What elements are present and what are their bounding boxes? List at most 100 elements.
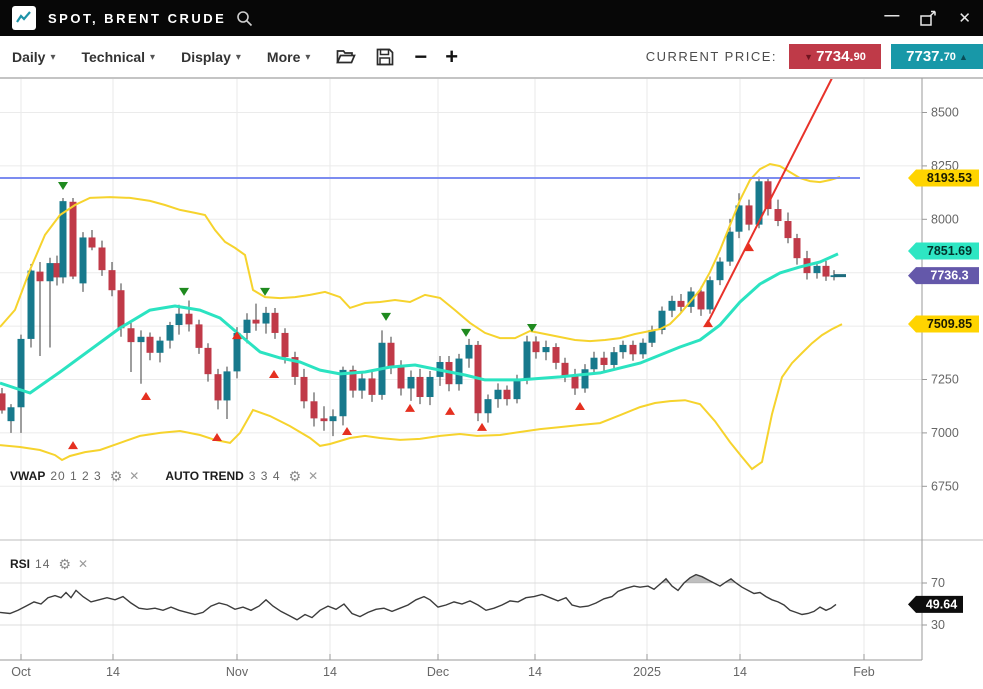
candle (157, 341, 164, 353)
menu-display[interactable]: Display ▾ (181, 49, 241, 65)
candle (253, 320, 260, 324)
overlay-indicator-labels: VWAP 20 1 2 3 ⚙ ✕ AUTO TREND 3 3 4 ⚙ ✕ (10, 469, 344, 483)
sell-signal-triangle (179, 288, 189, 296)
candle (282, 333, 289, 357)
price-axis: 8500825080007250700067507030Oct14Nov14De… (11, 106, 959, 680)
candle (369, 378, 376, 394)
chevron-down-icon: ▾ (305, 52, 310, 63)
close-button[interactable]: ✕ (958, 11, 971, 26)
vwap-indicator-label: VWAP 20 1 2 3 ⚙ ✕ (10, 469, 139, 483)
zoom-out-button[interactable]: − (414, 46, 427, 68)
candle (70, 202, 77, 277)
candle (408, 377, 415, 389)
buy-signal-triangle (703, 319, 713, 327)
candle (640, 343, 647, 355)
candle (359, 378, 366, 390)
close-icon[interactable]: ✕ (78, 558, 88, 570)
candle (553, 347, 560, 363)
rsi-line (0, 575, 836, 620)
price-tick-label: 8000 (931, 212, 959, 226)
time-tick-label: 14 (106, 665, 120, 679)
candle (678, 301, 685, 307)
restore-window-button[interactable] (919, 10, 938, 27)
vwap-line (0, 254, 838, 393)
buy-signal-triangle (342, 427, 352, 435)
buy-signal-triangle (477, 423, 487, 431)
time-tick-label: 2025 (633, 665, 661, 679)
price-tick-label: 8500 (931, 106, 959, 120)
current-price-label: CURRENT PRICE: (646, 49, 777, 64)
gear-icon[interactable]: ⚙ (289, 469, 302, 483)
time-tick-label: Oct (11, 665, 31, 679)
save-icon[interactable] (376, 48, 394, 66)
menu-technical[interactable]: Technical ▾ (82, 49, 156, 65)
time-tick-label: 14 (528, 665, 542, 679)
bid-price-decimals: 90 (854, 51, 866, 63)
menu-more-label: More (267, 49, 300, 65)
menu-daily[interactable]: Daily ▾ (12, 49, 56, 65)
candle (504, 390, 511, 399)
vwap-name: VWAP (10, 469, 45, 483)
candle (562, 363, 569, 376)
candle (0, 393, 6, 410)
autotrend-name: AUTO TREND (165, 469, 243, 483)
toolbar: Daily ▾ Technical ▾ Display ▾ More ▾ (0, 36, 983, 78)
ask-price-main: 7737. (906, 48, 944, 65)
candle (601, 358, 608, 365)
menu-more[interactable]: More ▾ (267, 49, 310, 65)
buy-signal-triangle (212, 433, 222, 441)
candle (147, 337, 154, 353)
chevron-down-icon: ▾ (50, 52, 55, 63)
candle (398, 367, 405, 388)
price-chart-canvas[interactable]: 8500825080007250700067507030Oct14Nov14De… (0, 78, 983, 689)
title-bar: SPOT, BRENT CRUDE — ✕ (0, 0, 983, 36)
price-tick-label: 7250 (931, 373, 959, 387)
candle (89, 237, 96, 247)
candle (524, 341, 531, 379)
candle (47, 263, 54, 281)
candle (543, 347, 550, 352)
candle (99, 247, 106, 270)
search-icon[interactable] (236, 10, 253, 27)
autotrend-params: 3 3 4 (249, 469, 281, 483)
down-arrow-icon: ▼ (804, 52, 813, 62)
time-tick-label: Feb (853, 665, 875, 679)
candle (224, 371, 231, 400)
candle (167, 325, 174, 341)
candle (717, 262, 724, 281)
candle (80, 237, 87, 283)
close-icon[interactable]: ✕ (308, 470, 318, 482)
candle (118, 290, 125, 328)
sell-signal-triangle (461, 329, 471, 337)
time-tick-label: Nov (226, 665, 249, 679)
vwap-params: 20 1 2 3 (50, 469, 101, 483)
buy-signal-triangle (575, 402, 585, 410)
price-flag-value: 7736.3 (930, 269, 968, 283)
rsi-tick-label: 30 (931, 618, 945, 632)
candle (707, 280, 714, 309)
buy-signal-triangle (141, 392, 151, 400)
candle (205, 348, 212, 374)
gear-icon[interactable]: ⚙ (58, 557, 71, 571)
close-icon[interactable]: ✕ (129, 470, 139, 482)
gear-icon[interactable]: ⚙ (110, 469, 123, 483)
minimize-button[interactable]: — (884, 8, 899, 23)
candle (466, 345, 473, 359)
candle (814, 266, 821, 273)
rsi-value-flag: 49.64 (908, 596, 963, 613)
candle (244, 320, 251, 333)
price-tick-label: 7000 (931, 426, 959, 440)
candle (485, 399, 492, 413)
open-folder-icon[interactable] (336, 48, 356, 65)
trading-app-window: SPOT, BRENT CRUDE — ✕ Daily ▾ Technical … (0, 0, 983, 689)
price-tick-label: 6750 (931, 479, 959, 493)
zoom-in-button[interactable]: + (445, 46, 458, 68)
rsi-tick-label: 70 (931, 576, 945, 590)
candle (186, 314, 193, 325)
price-flag: 7509.85 (908, 315, 979, 332)
autotrend-indicator-label: AUTO TREND 3 3 4 ⚙ ✕ (165, 469, 318, 483)
buy-signal-triangle (405, 404, 415, 412)
chevron-down-icon: ▾ (236, 52, 241, 63)
candle (591, 358, 598, 370)
sell-signal-triangle (58, 182, 68, 190)
